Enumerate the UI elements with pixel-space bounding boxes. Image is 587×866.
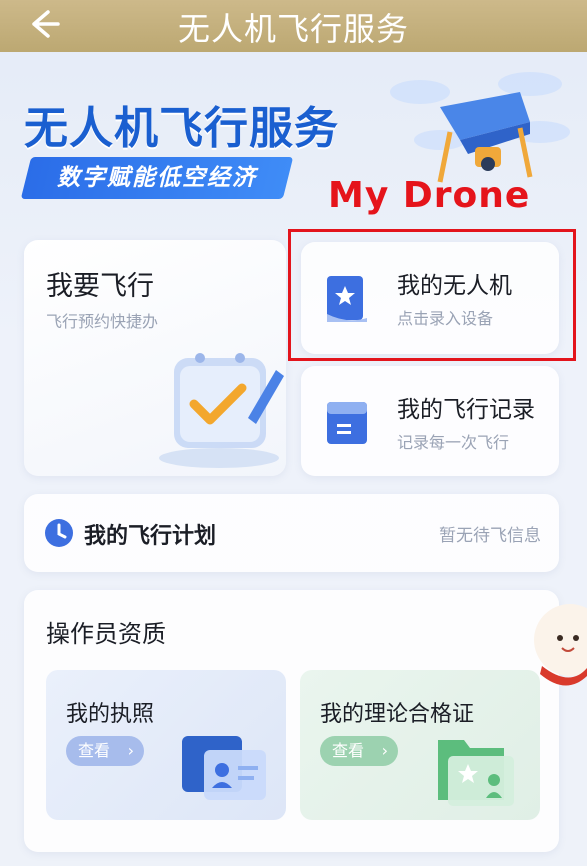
fly-card-subtitle: 飞行预约快捷办: [46, 312, 159, 331]
view-certificate-button[interactable]: 查看 ›: [320, 736, 398, 766]
hero-subtitle-banner: 数字赋能低空经济: [20, 157, 294, 199]
fly-card[interactable]: 我要飞行 飞行预约快捷办: [24, 240, 286, 476]
license-title: 我的执照: [66, 702, 155, 727]
folder-icon: [323, 398, 371, 448]
qualification-title: 操作员资质: [46, 620, 166, 648]
flight-plan-card[interactable]: 我的飞行计划 暂无待飞信息: [24, 494, 559, 572]
calendar-check-icon: [144, 340, 294, 470]
hero-subtitle: 数字赋能低空经济: [57, 165, 257, 191]
fly-card-title: 我要飞行: [46, 271, 154, 302]
flight-records-title: 我的飞行记录: [397, 397, 535, 423]
theory-certificate-card[interactable]: 我的理论合格证 查看 ›: [300, 670, 540, 820]
mascot-icon: [530, 598, 587, 698]
chevron-right-icon: ›: [127, 741, 134, 760]
clock-icon: [44, 518, 74, 548]
certificate-title: 我的理论合格证: [320, 702, 475, 727]
view-license-button[interactable]: 查看 ›: [66, 736, 144, 766]
drone-illustration-icon: [380, 62, 580, 192]
my-drone-annotation: My Drone: [328, 175, 531, 216]
flight-records-card[interactable]: 我的飞行记录 记录每一次飞行: [301, 366, 559, 476]
chevron-right-icon: ›: [381, 741, 388, 760]
my-drone-highlight-box: [288, 229, 576, 361]
flight-plan-status: 暂无待飞信息: [439, 526, 541, 546]
top-bar: 无人机飞行服务: [0, 0, 587, 52]
id-card-icon: [180, 730, 270, 810]
operator-qualification-section: 操作员资质 我的执照 查看 › 我的理论合格证 查看 ›: [24, 590, 559, 852]
page-title: 无人机飞行服务: [177, 10, 409, 48]
flight-records-subtitle: 记录每一次飞行: [397, 433, 510, 452]
hero-title: 无人机飞行服务: [24, 103, 339, 154]
view-certificate-label: 查看: [332, 741, 365, 760]
view-license-label: 查看: [78, 741, 111, 760]
license-card[interactable]: 我的执照 查看 ›: [46, 670, 286, 820]
certificate-folder-icon: [434, 730, 524, 810]
flight-plan-title: 我的飞行计划: [84, 524, 217, 549]
